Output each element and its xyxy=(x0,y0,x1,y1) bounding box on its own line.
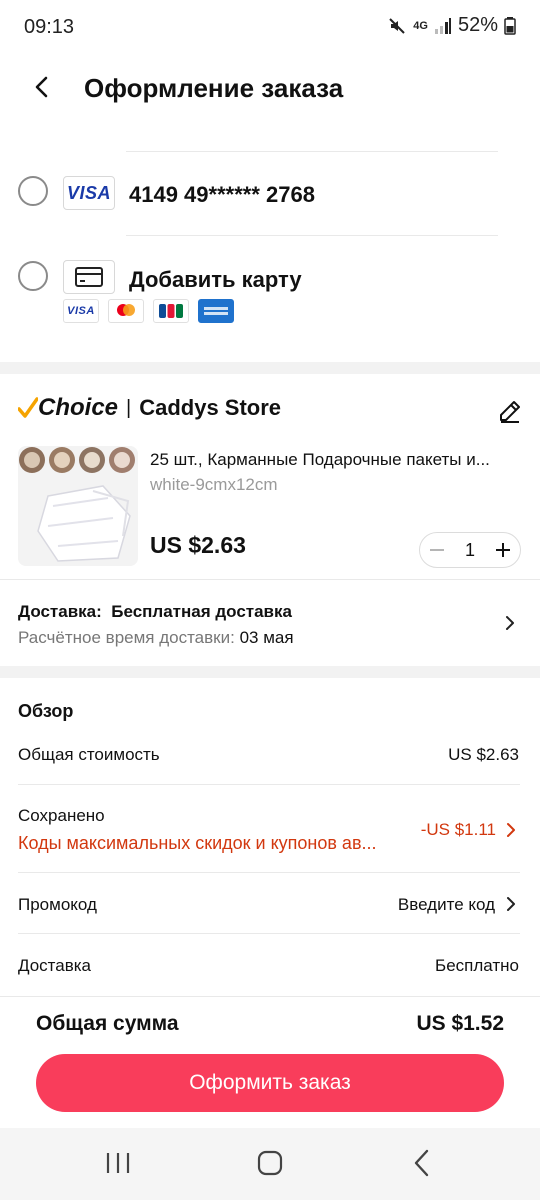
battery-percent: 52% xyxy=(457,14,498,36)
shipping-value: Бесплатно xyxy=(435,956,519,975)
signal-icon xyxy=(434,17,451,34)
product-image[interactable] xyxy=(18,446,138,566)
mute-icon xyxy=(389,17,405,34)
card-icon xyxy=(63,260,115,294)
savings-sublabel: Коды максимальных скидок и купонов ав... xyxy=(18,833,377,853)
delivery-eta-label: Расчётное время доставки: xyxy=(18,628,235,647)
home-icon xyxy=(257,1150,283,1176)
choice-check-icon xyxy=(18,397,38,418)
product-price: US $2.63 xyxy=(150,532,246,558)
network-type: 4G xyxy=(413,19,428,32)
delivery-info: Доставка: Бесплатная доставка xyxy=(18,602,292,622)
summary-heading: Обзор xyxy=(18,701,74,721)
back-button[interactable] xyxy=(28,72,58,102)
quantity-value: 1 xyxy=(464,539,475,560)
promo-code-label: Промокод xyxy=(18,895,97,914)
jcb-logo xyxy=(153,299,189,323)
delivery-row[interactable]: Доставка: Бесплатная доставка Расчётное … xyxy=(0,580,540,666)
divider xyxy=(18,933,520,934)
quantity-stepper: 1 xyxy=(419,532,521,568)
promo-code-value: Введите код xyxy=(397,895,495,914)
back-nav-icon xyxy=(414,1149,429,1177)
page-title: Оформление заказа xyxy=(84,73,344,103)
divider xyxy=(18,784,520,785)
divider xyxy=(126,235,498,236)
subtotal-value: US $2.63 xyxy=(448,745,519,764)
divider xyxy=(18,872,520,873)
plus-icon xyxy=(495,543,510,557)
battery-icon xyxy=(504,16,516,35)
store-separator: | xyxy=(126,396,132,419)
section-separator xyxy=(0,362,540,374)
saved-card-number: 4149 49****** 2768 xyxy=(129,182,315,207)
section-separator xyxy=(0,666,540,678)
status-time: 09:13 xyxy=(24,16,75,38)
add-card-label: Добавить карту xyxy=(129,267,302,292)
promo-code-row[interactable]: Промокод Введите код xyxy=(0,876,540,932)
visa-mini-logo: VISA xyxy=(63,299,99,323)
delivery-value: Бесплатная доставка xyxy=(111,602,292,621)
status-bar: 09:13 4G 52% xyxy=(0,0,540,56)
delivery-eta-value: 03 мая xyxy=(239,628,294,647)
minus-icon xyxy=(430,549,444,551)
product-title[interactable]: 25 шт., Карманные Подарочные пакеты и... xyxy=(150,450,520,470)
product-variant: white-9cmx12cm xyxy=(150,475,278,494)
edit-button[interactable] xyxy=(497,398,523,424)
chevron-right-icon xyxy=(506,616,514,630)
savings-label: Сохранено xyxy=(18,806,105,825)
subtotal-label: Общая стоимость xyxy=(18,745,160,764)
chevron-right-icon xyxy=(507,823,515,837)
mastercard-logo xyxy=(108,299,144,323)
payment-option-saved-card[interactable]: VISA 4149 49****** 2768 xyxy=(0,160,540,230)
choice-badge: Choice xyxy=(38,394,119,421)
divider xyxy=(0,996,540,997)
chevron-right-icon xyxy=(507,897,515,911)
savings-value: -US $1.11 xyxy=(420,820,496,839)
edit-icon xyxy=(500,401,520,423)
shipping-label: Доставка xyxy=(18,956,92,975)
recent-apps-button[interactable] xyxy=(104,1150,132,1181)
status-icons: 4G 52% xyxy=(387,14,516,37)
back-nav-button[interactable] xyxy=(408,1148,436,1183)
home-button[interactable] xyxy=(256,1149,284,1182)
decrease-quantity-button[interactable] xyxy=(428,541,446,559)
saved-card-radio[interactable] xyxy=(18,176,48,206)
increase-quantity-button[interactable] xyxy=(494,541,512,559)
back-arrow-icon xyxy=(35,76,48,98)
add-card-radio[interactable] xyxy=(18,261,48,291)
divider xyxy=(126,151,498,152)
place-order-button[interactable]: Оформить заказ xyxy=(36,1054,504,1112)
amex-logo xyxy=(198,299,234,323)
total-label: Общая сумма xyxy=(36,1012,179,1035)
visa-logo: VISA xyxy=(63,176,115,210)
recent-apps-icon xyxy=(106,1153,130,1173)
store-header: Choice | Caddys Store xyxy=(18,394,281,422)
store-name: Caddys Store xyxy=(139,395,282,420)
system-nav-bar xyxy=(0,1128,540,1200)
savings-row[interactable]: Сохранено Коды максимальных скидок и куп… xyxy=(0,790,540,866)
total-value: US $1.52 xyxy=(416,1012,504,1035)
payment-option-add-card[interactable]: Добавить карту VISA xyxy=(0,244,540,334)
delivery-eta: Расчётное время доставки: 03 мая xyxy=(18,628,294,648)
delivery-label: Доставка: xyxy=(18,602,102,621)
